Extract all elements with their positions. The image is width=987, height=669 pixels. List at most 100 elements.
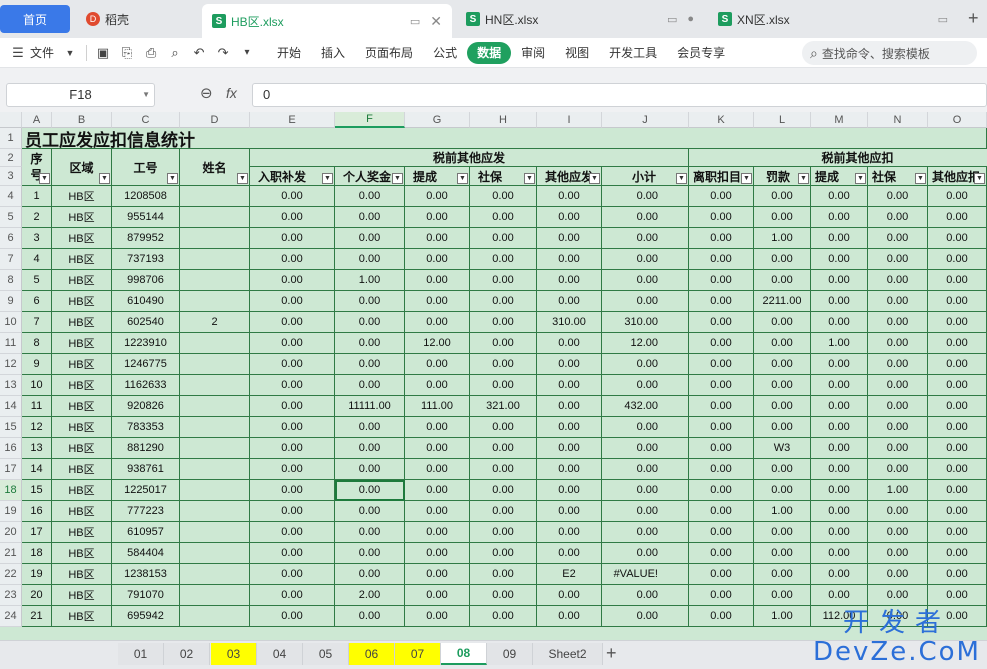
cell-value[interactable]: 0.00 (405, 354, 470, 375)
cell-value[interactable]: 0.00 (250, 522, 335, 543)
cell-value[interactable]: 0.00 (405, 249, 470, 270)
row-header[interactable]: 24 (0, 606, 22, 627)
cell-value[interactable]: 0.00 (405, 228, 470, 249)
cell-value[interactable]: 0.00 (868, 333, 928, 354)
cell-value[interactable]: 0.00 (537, 270, 602, 291)
cell-value[interactable]: 0.00 (405, 606, 470, 627)
cell-value[interactable]: 0.00 (811, 249, 868, 270)
cell-value[interactable]: 0.00 (250, 459, 335, 480)
cell-value[interactable]: 0.00 (928, 354, 987, 375)
cell-value[interactable]: 0.00 (250, 333, 335, 354)
cell-value[interactable]: 0.00 (754, 396, 811, 417)
cell-value[interactable]: 1.00 (754, 228, 811, 249)
cell-value[interactable]: 2211.00 (754, 291, 811, 312)
cell-value[interactable]: 0.00 (335, 564, 405, 585)
cell-value[interactable]: 0.00 (250, 207, 335, 228)
cell-value[interactable]: 0.00 (335, 606, 405, 627)
cell-value[interactable]: 0.00 (689, 438, 754, 459)
cell-employee-id[interactable]: 1208508 (112, 186, 180, 207)
cell-name[interactable] (180, 396, 250, 417)
cell-value[interactable]: 0.00 (928, 543, 987, 564)
cell-employee-id[interactable]: 920826 (112, 396, 180, 417)
cell-value[interactable]: 432.00 (602, 396, 689, 417)
cell-seq[interactable]: 15 (22, 480, 52, 501)
cell-value[interactable]: 0.00 (335, 333, 405, 354)
cell-value[interactable]: 1.00 (868, 480, 928, 501)
cell-value[interactable]: 0.00 (250, 501, 335, 522)
cell-name[interactable] (180, 543, 250, 564)
sheet-tab-09[interactable]: 09 (487, 643, 533, 665)
sheet-tab-01[interactable]: 01 (118, 643, 164, 665)
filter-dropdown-icon[interactable]: ▼ (167, 173, 178, 184)
cell-seq[interactable]: 12 (22, 417, 52, 438)
sheet-tab-08[interactable]: 08 (441, 643, 487, 665)
menu-item-view[interactable]: 视图 (555, 42, 599, 64)
cell-value[interactable]: 0.00 (602, 438, 689, 459)
cell-value[interactable]: 0.00 (754, 459, 811, 480)
fx-icon[interactable]: fx (226, 85, 237, 101)
cell-value[interactable]: 0.00 (470, 249, 537, 270)
filter-dropdown-icon[interactable]: ▼ (39, 173, 50, 184)
cell-value[interactable]: 0.00 (811, 459, 868, 480)
cell-value[interactable]: 0.00 (928, 480, 987, 501)
cell-value[interactable]: 0.00 (405, 501, 470, 522)
cell-region[interactable]: HB区 (52, 333, 112, 354)
column-header-b[interactable]: B (52, 112, 112, 128)
cell-value[interactable]: 0.00 (689, 522, 754, 543)
cell-value[interactable]: 0.00 (405, 480, 470, 501)
row-header[interactable]: 15 (0, 417, 22, 438)
cell-value[interactable]: 0.00 (868, 354, 928, 375)
cell-employee-id[interactable]: 955144 (112, 207, 180, 228)
row-header[interactable]: 2 (0, 149, 22, 167)
cell-value[interactable]: 0.00 (689, 291, 754, 312)
cell-value[interactable]: 0.00 (928, 396, 987, 417)
cell-value[interactable]: 0.00 (928, 522, 987, 543)
cell-value[interactable]: 0.00 (689, 480, 754, 501)
cell-value[interactable]: 12.00 (602, 333, 689, 354)
chevron-down-icon[interactable]: ▼ (142, 84, 150, 106)
cell-value[interactable]: 0.00 (250, 186, 335, 207)
cell-value[interactable]: 0.00 (868, 186, 928, 207)
cell-value[interactable]: 0.00 (928, 249, 987, 270)
cell-value[interactable]: 0.00 (405, 585, 470, 606)
cell-value[interactable]: 0.00 (537, 354, 602, 375)
column-header-i[interactable]: I (537, 112, 602, 128)
cell-value[interactable]: 0.00 (928, 291, 987, 312)
cell-region[interactable]: HB区 (52, 522, 112, 543)
cell-seq[interactable]: 17 (22, 522, 52, 543)
cell-value[interactable]: 0.00 (470, 585, 537, 606)
column-header-g[interactable]: G (405, 112, 470, 128)
cell-value[interactable]: 0.00 (405, 375, 470, 396)
cell-value[interactable]: 0.00 (405, 312, 470, 333)
select-all-corner[interactable] (0, 112, 22, 128)
cell-value[interactable]: 0.00 (868, 291, 928, 312)
cell-region[interactable]: HB区 (52, 480, 112, 501)
cell-employee-id[interactable]: 737193 (112, 249, 180, 270)
cell-value[interactable]: 0.00 (689, 333, 754, 354)
filter-dropdown-icon[interactable]: ▼ (974, 173, 985, 184)
column-header-k[interactable]: K (689, 112, 754, 128)
cell-value[interactable]: 0.00 (602, 228, 689, 249)
cell-value[interactable]: 0.00 (868, 417, 928, 438)
cell-value[interactable]: 0.00 (335, 522, 405, 543)
cell-value[interactable]: 0.00 (811, 186, 868, 207)
cell-value[interactable]: 0.00 (689, 354, 754, 375)
sheet-tab-02[interactable]: 02 (164, 643, 210, 665)
command-search[interactable]: ⌕ 查找命令、搜索模板 (802, 41, 977, 65)
cell-value[interactable]: 0.00 (689, 396, 754, 417)
cell-value[interactable]: 0.00 (470, 606, 537, 627)
menu-item-data[interactable]: 数据 (467, 41, 512, 64)
cell-value[interactable]: 0.00 (470, 438, 537, 459)
cell-employee-id[interactable]: 1223910 (112, 333, 180, 354)
menu-item-home[interactable]: 开始 (267, 42, 311, 64)
zoom-icon[interactable]: ⊖ (200, 84, 213, 102)
cell-value[interactable]: 0.00 (754, 207, 811, 228)
cell-value[interactable]: 0.00 (250, 417, 335, 438)
cell-name[interactable] (180, 354, 250, 375)
menu-item-member[interactable]: 会员专享 (667, 42, 735, 64)
cell-value[interactable]: 0.00 (602, 480, 689, 501)
cell-employee-id[interactable]: 1162633 (112, 375, 180, 396)
filter-dropdown-icon[interactable]: ▼ (457, 173, 468, 184)
cell-value[interactable]: 0.00 (811, 354, 868, 375)
cell-value[interactable]: 0.00 (405, 291, 470, 312)
